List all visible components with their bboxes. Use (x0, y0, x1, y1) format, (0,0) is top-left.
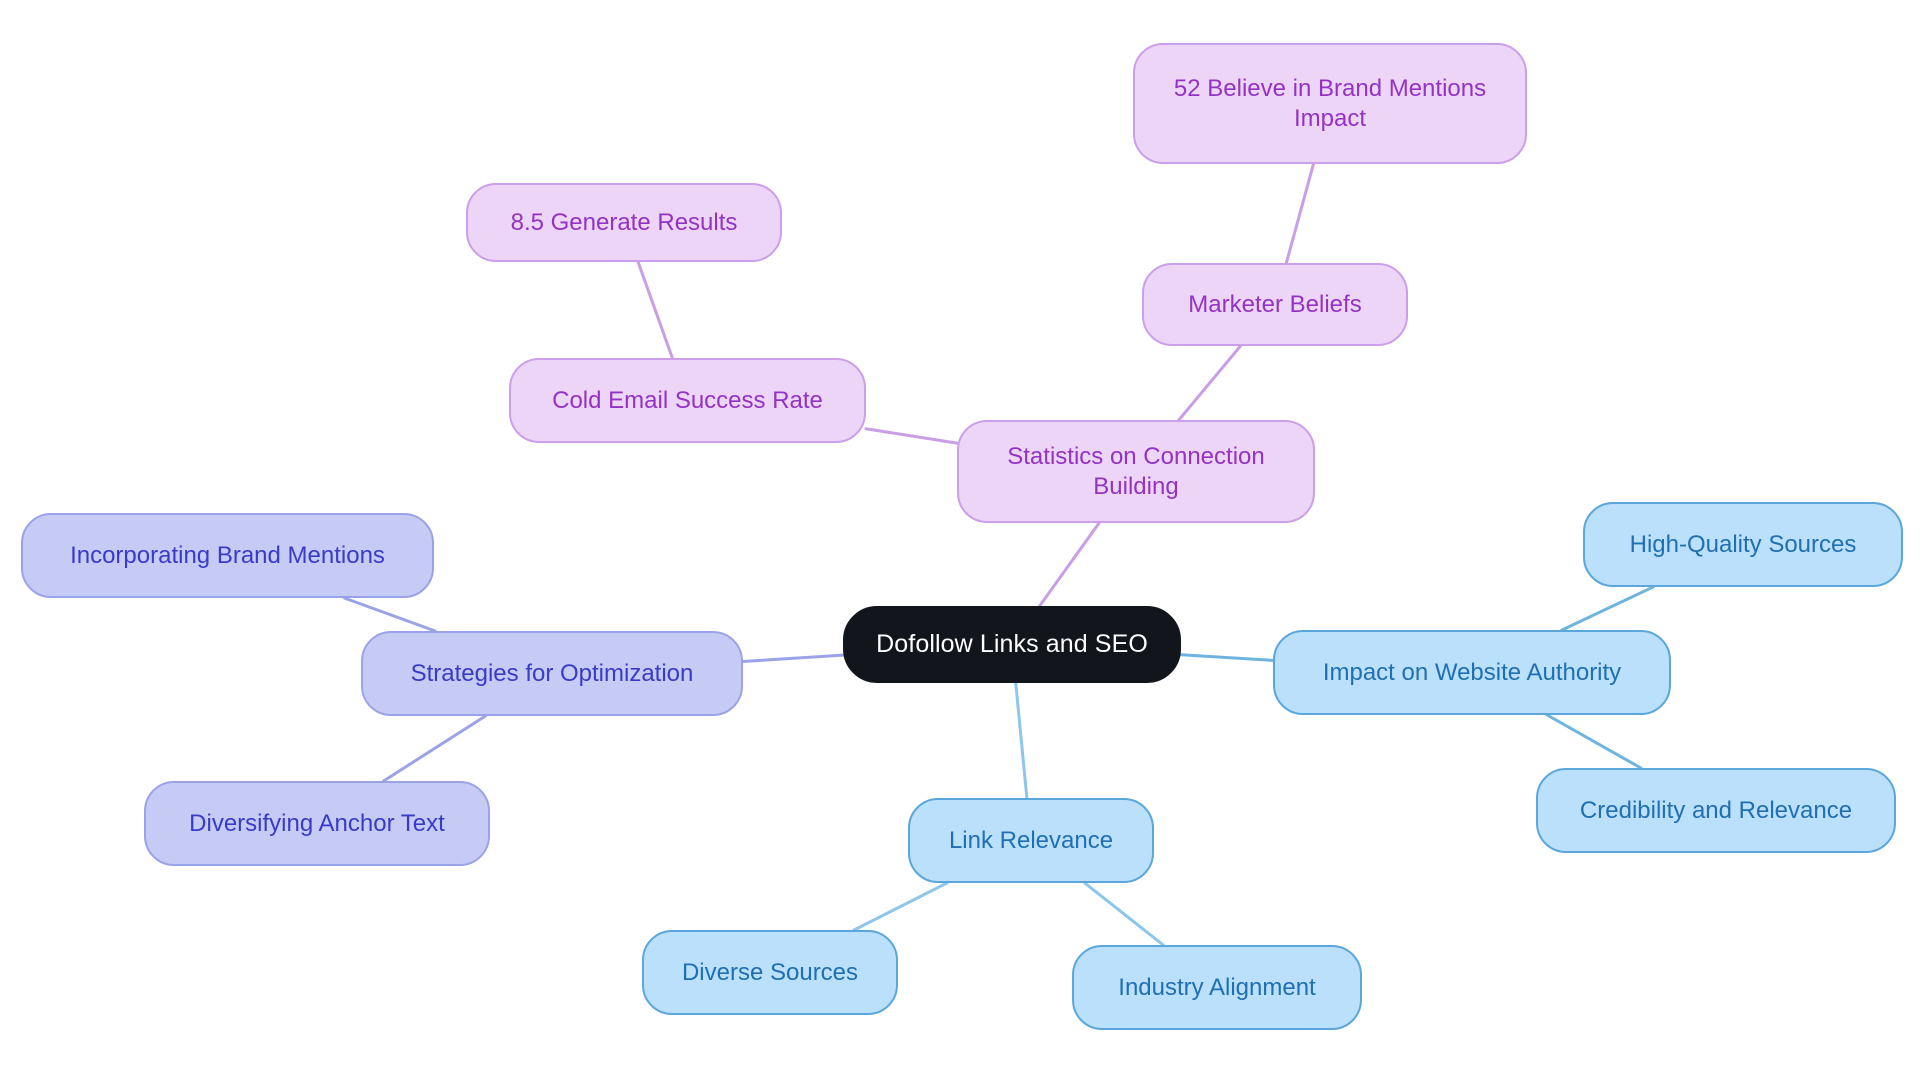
mindmap-node-credibility-and-relevance[interactable]: Credibility and Relevance (1536, 768, 1896, 853)
edge-cold-email-success-rate-to-generate-results (636, 260, 674, 360)
edge-strategies-for-optimization-to-incorporating-brand-mentions (342, 596, 437, 633)
mindmap-node-generate-results[interactable]: 8.5 Generate Results (466, 183, 782, 262)
mindmap-node-marketer-beliefs[interactable]: Marketer Beliefs (1142, 263, 1408, 346)
mindmap-root-node[interactable]: Dofollow Links and SEO (843, 606, 1181, 683)
mindmap-node-impact-on-website-authority[interactable]: Impact on Website Authority (1273, 630, 1671, 715)
mindmap-node-statistics-on-connection-building[interactable]: Statistics on Connection Building (957, 420, 1315, 523)
mindmap-node-diversifying-anchor-text[interactable]: Diversifying Anchor Text (144, 781, 490, 866)
mindmap-node-incorporating-brand-mentions[interactable]: Incorporating Brand Mentions (21, 513, 434, 598)
mindmap-node-strategies-for-optimization[interactable]: Strategies for Optimization (361, 631, 743, 716)
edge-strategies-for-optimization-to-diversifying-anchor-text (382, 714, 487, 783)
edge-marketer-beliefs-to-believe-in-brand-mentions-impact (1284, 162, 1315, 265)
mindmap-node-industry-alignment[interactable]: Industry Alignment (1072, 945, 1362, 1030)
mindmap-node-diverse-sources[interactable]: Diverse Sources (642, 930, 898, 1015)
edge-root-to-impact-on-website-authority (1179, 653, 1275, 662)
edge-link-relevance-to-diverse-sources (852, 881, 949, 932)
edge-statistics-on-connection-building-to-marketer-beliefs (1177, 344, 1242, 422)
edge-impact-on-website-authority-to-credibility-and-relevance (1545, 713, 1643, 770)
mindmap-node-high-quality-sources[interactable]: High-Quality Sources (1583, 502, 1903, 587)
mindmap-node-cold-email-success-rate[interactable]: Cold Email Success Rate (509, 358, 866, 443)
edge-root-to-strategies-for-optimization (741, 653, 845, 663)
edge-statistics-on-connection-building-to-cold-email-success-rate (864, 427, 959, 445)
edge-root-to-link-relevance (1014, 681, 1029, 800)
edge-link-relevance-to-industry-alignment (1083, 881, 1165, 947)
mindmap-canvas: Dofollow Links and SEO Statistics on Conn… (0, 0, 1920, 1083)
edge-root-to-statistics-on-connection-building (1038, 521, 1101, 608)
mindmap-node-believe-in-brand-mentions-impact[interactable]: 52 Believe in Brand Mentions Impact (1133, 43, 1527, 164)
edge-impact-on-website-authority-to-high-quality-sources (1560, 585, 1655, 632)
mindmap-node-link-relevance[interactable]: Link Relevance (908, 798, 1154, 883)
